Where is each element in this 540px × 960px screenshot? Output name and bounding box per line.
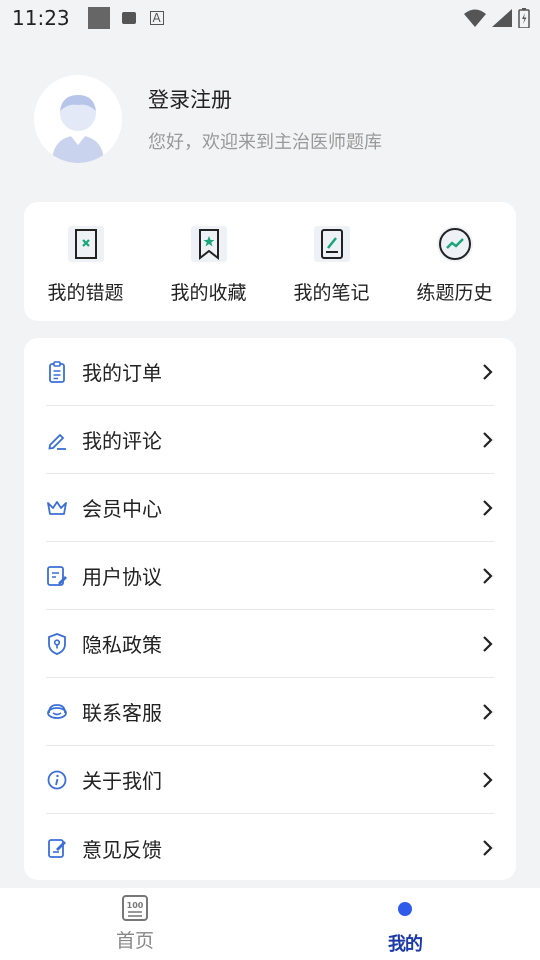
- menu-item-user-agreement[interactable]: 用户协议: [46, 542, 494, 610]
- menu-label: 隐私政策: [82, 633, 162, 657]
- active-tab-dot: [398, 902, 412, 916]
- tab-me[interactable]: 我的: [270, 888, 540, 960]
- login-register-link[interactable]: 登录注册: [148, 84, 382, 114]
- avatar[interactable]: [34, 75, 122, 163]
- menu-item-privacy-policy[interactable]: 隐私政策: [46, 610, 494, 678]
- signal-icon: [492, 9, 512, 27]
- quick-item-favorites[interactable]: 我的收藏: [147, 202, 270, 321]
- menu-label: 我的订单: [82, 361, 162, 385]
- menu-item-membership[interactable]: 会员中心: [46, 474, 494, 542]
- menu-item-customer-service[interactable]: 联系客服: [46, 678, 494, 746]
- welcome-text: 您好，欢迎来到主治医师题库: [148, 132, 382, 153]
- crown-icon: [47, 500, 67, 515]
- feedback-icon: [48, 839, 66, 858]
- tab-home-label: 首页: [115, 930, 154, 952]
- menu-label: 联系客服: [82, 701, 162, 725]
- quick-label: 我的笔记: [293, 282, 370, 304]
- menu-label: 我的评论: [82, 429, 162, 453]
- menu-item-about-us[interactable]: 关于我们: [46, 746, 494, 814]
- status-time: 11:23: [12, 6, 70, 30]
- font-notification-icon: A: [149, 11, 164, 25]
- menu-label: 意见反馈: [82, 837, 162, 862]
- agreement-icon: [47, 565, 67, 586]
- home-icon-text: 100: [127, 901, 144, 910]
- tab-home[interactable]: 100 首页: [0, 888, 270, 960]
- status-right: [458, 8, 530, 28]
- default-avatar-icon: [34, 75, 122, 163]
- order-icon: [49, 360, 65, 383]
- tab-me-label: 我的: [388, 934, 423, 955]
- quick-label: 我的收藏: [170, 282, 247, 304]
- menu-item-orders[interactable]: 我的订单: [46, 338, 494, 406]
- home-100-icon: 100: [122, 895, 148, 921]
- chevron-right-icon: [483, 771, 493, 788]
- chevron-right-icon: [483, 431, 493, 448]
- menu-item-comments[interactable]: 我的评论: [46, 406, 494, 474]
- wifi-icon: [464, 9, 486, 27]
- history-chart-icon: [436, 226, 473, 262]
- chevron-right-icon: [483, 499, 493, 516]
- info-icon: [47, 770, 67, 789]
- status-bar: 11:23 A: [0, 0, 540, 36]
- chevron-right-icon: [483, 635, 493, 652]
- menu-label: 用户协议: [82, 565, 162, 589]
- customer-service-icon: [47, 703, 67, 719]
- privacy-shield-icon: [48, 632, 66, 655]
- menu-item-feedback[interactable]: 意见反馈: [46, 814, 494, 882]
- quick-label: 练题历史: [416, 282, 493, 304]
- notes-icon: [313, 226, 350, 262]
- bookmark-icon: [190, 226, 227, 262]
- menu-label: 关于我们: [82, 769, 162, 793]
- chevron-right-icon: [483, 363, 493, 380]
- battery-icon: [518, 8, 530, 28]
- chevron-right-icon: [483, 703, 493, 720]
- notification-small-icon: [121, 12, 136, 24]
- bottom-tab-bar: 100 首页 我的: [0, 888, 540, 960]
- quick-item-history[interactable]: 练题历史: [393, 202, 516, 321]
- comment-pen-icon: [48, 433, 66, 450]
- menu-card: 我的订单 我的评论 会员中心 用户协议 隐私政策 联系客服 关于我们 意见反馈: [24, 338, 516, 880]
- chevron-right-icon: [483, 840, 493, 856]
- profile-header[interactable]: 登录注册 您好，欢迎来到主治医师题库: [34, 74, 382, 164]
- notification-icon: [87, 7, 110, 29]
- chevron-right-icon: [483, 567, 493, 584]
- quick-actions-card: 我的错题 我的收藏 我的笔记 练题历史: [24, 202, 516, 321]
- wrong-questions-icon: [67, 226, 104, 262]
- quick-item-wrong-questions[interactable]: 我的错题: [24, 202, 147, 321]
- quick-label: 我的错题: [47, 282, 124, 304]
- quick-item-notes[interactable]: 我的笔记: [270, 202, 393, 321]
- menu-label: 会员中心: [82, 497, 162, 521]
